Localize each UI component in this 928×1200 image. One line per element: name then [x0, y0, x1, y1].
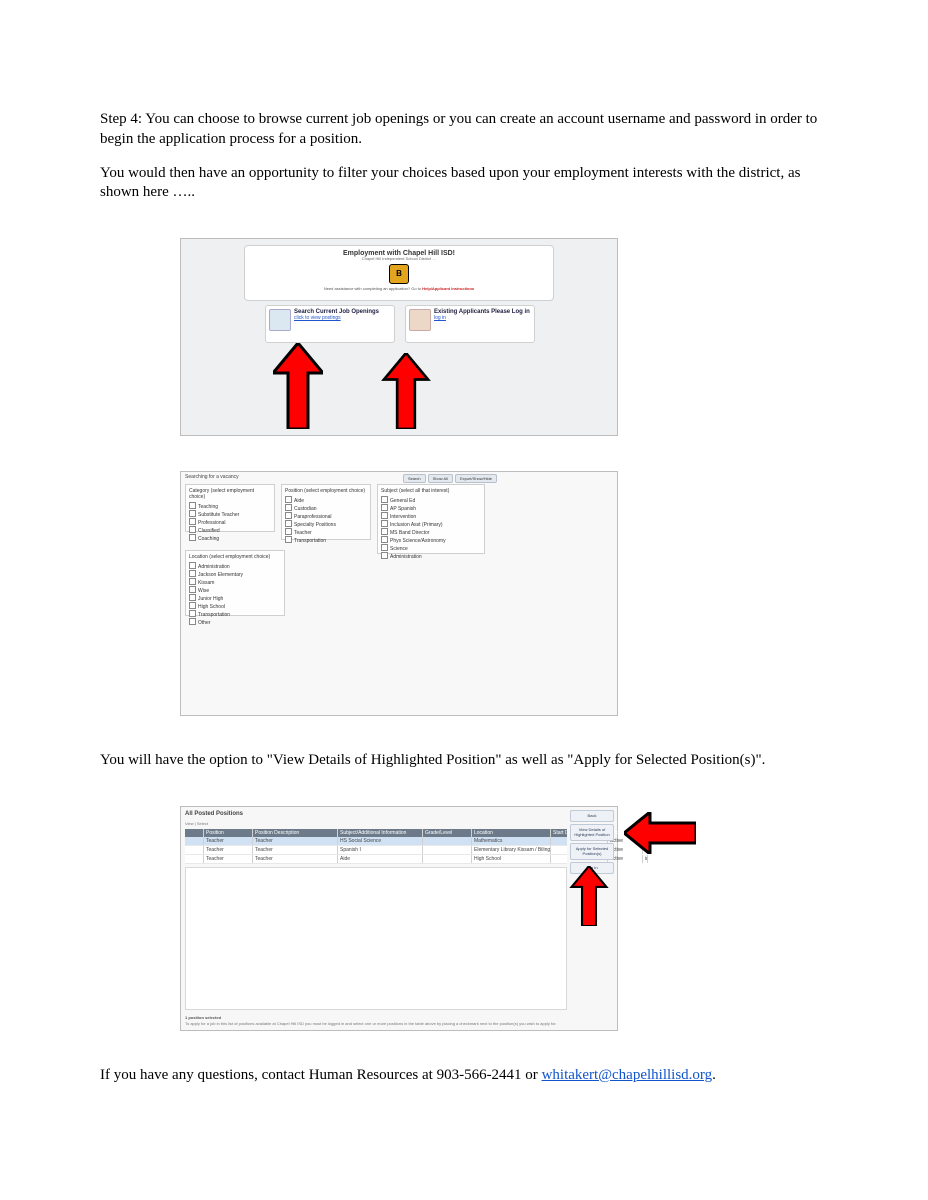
col-location: Location — [472, 829, 551, 837]
position-panel: Position (select employment choice) Aide… — [281, 484, 371, 540]
apply-selected-button[interactable]: Apply for Selected Position(s) — [570, 843, 614, 860]
filter-checkbox[interactable]: Specialty Positions — [285, 520, 367, 528]
filter-checkbox[interactable]: Teaching — [189, 502, 271, 510]
magnifier-icon — [269, 309, 291, 331]
panel-title: Location (select employment choice) — [189, 554, 281, 560]
contact-email-link[interactable]: whitakert@chapelhillisd.org — [542, 1067, 713, 1083]
screenshot-search-filters: Searching for a vacancy Search Show All … — [180, 471, 618, 716]
filter-checkbox[interactable]: High School — [189, 602, 281, 610]
category-panel: Category (select employment choice) Teac… — [185, 484, 275, 532]
filter-checkbox[interactable]: Substitute Teacher — [189, 510, 271, 518]
filter-checkbox[interactable]: Science — [381, 544, 481, 552]
figure-2: Searching for a vacancy Search Show All … — [180, 471, 828, 716]
district-logo-icon: B — [389, 264, 409, 284]
filter-checkbox[interactable]: Transportation — [285, 536, 367, 544]
contact-text: If you have any questions, contact Human… — [100, 1067, 542, 1083]
panel-title: Subject (select all that interest) — [381, 488, 481, 494]
export-button[interactable]: Export/Show/Hide — [455, 474, 497, 483]
filter-checkbox[interactable]: Phys Science/Astronomy — [381, 536, 481, 544]
filter-checkbox[interactable]: Jackson Elementary — [189, 570, 281, 578]
screenshot-browse-login: Employment with Chapel Hill ISD! Chapel … — [180, 238, 618, 436]
table-row[interactable]: Teacher Teacher HS Social Science Mathem… — [185, 837, 567, 846]
screenshot-positions-table: All Posted Positions View | Select Posit… — [180, 806, 618, 1031]
employment-banner: Employment with Chapel Hill ISD! Chapel … — [244, 245, 554, 301]
filter-checkbox[interactable]: Transportation — [189, 610, 281, 618]
col-grade: Grade/Level — [423, 829, 472, 837]
panel-title: Position (select employment choice) — [285, 488, 367, 494]
table-row[interactable]: Teacher Teacher Spanish I Elementary Lib… — [185, 846, 567, 855]
positions-grid: Position Position Description Subject/Ad… — [185, 829, 567, 864]
red-arrow-up-icon — [381, 353, 431, 429]
filter-checkbox[interactable]: Teacher — [285, 528, 367, 536]
filter-checkbox[interactable]: AP Spanish — [381, 504, 481, 512]
document-page: Step 4: You can choose to browse current… — [0, 0, 928, 1160]
contact-paragraph: If you have any questions, contact Human… — [100, 1066, 828, 1086]
panel-title: Category (select employment choice) — [189, 488, 271, 500]
filter-checkbox[interactable]: Paraprofessional — [285, 512, 367, 520]
filter-checkbox[interactable]: Administration — [189, 562, 281, 570]
location-panel: Location (select employment choice) Admi… — [185, 550, 285, 616]
top-buttons: Search Show All Export/Show/Hide — [403, 474, 497, 483]
col-subject: Subject/Additional Information — [338, 829, 423, 837]
filter-checkbox[interactable]: Intervention — [381, 512, 481, 520]
red-arrow-up-icon — [568, 866, 610, 926]
search-button[interactable]: Search — [403, 474, 426, 483]
card-left-link[interactable]: click to view postings — [294, 315, 379, 321]
paragraph-view-apply: You will have the option to "View Detail… — [100, 751, 828, 771]
grid-header-row: Position Position Description Subject/Ad… — [185, 829, 567, 837]
footer-selected: 1 position selected To apply for a job i… — [185, 1015, 613, 1026]
show-all-button[interactable]: Show All — [428, 474, 453, 483]
card-right-link[interactable]: log in — [434, 315, 530, 321]
filter-checkbox[interactable]: Kissam — [189, 578, 281, 586]
view-details-button[interactable]: View Details of Highlighted Position — [570, 824, 614, 841]
paragraph-step4: Step 4: You can choose to browse current… — [100, 110, 828, 150]
subject-panel: Subject (select all that interest) Gener… — [377, 484, 485, 554]
red-arrow-left-icon — [624, 812, 696, 854]
red-arrow-up-icon — [273, 343, 323, 429]
search-tab-label: Searching for a vacancy — [185, 474, 239, 480]
existing-applicants-card[interactable]: Existing Applicants Please Log in log in — [405, 305, 535, 343]
filter-checkbox[interactable]: Inclusion Asst (Primary) — [381, 520, 481, 528]
filter-checkbox[interactable]: General Ed — [381, 496, 481, 504]
filter-checkbox[interactable]: Classified — [189, 526, 271, 534]
banner-subtitle: Chapel Hill Independent School District … — [249, 257, 549, 261]
side-buttons: Back View Details of Highlighted Positio… — [570, 810, 614, 874]
person-icon — [409, 309, 431, 331]
filter-checkbox[interactable]: Other — [189, 618, 281, 626]
table-row[interactable]: Teacher Teacher Aide High School active … — [185, 855, 567, 864]
col-select — [185, 829, 204, 837]
filter-checkbox[interactable]: Aide — [285, 496, 367, 504]
filter-checkbox[interactable]: MS Band Director — [381, 528, 481, 536]
col-desc: Position Description — [253, 829, 338, 837]
filter-checkbox[interactable]: Wise — [189, 586, 281, 594]
filter-checkbox[interactable]: Administration — [381, 552, 481, 560]
positions-header: All Posted Positions — [185, 811, 243, 817]
filter-checkbox[interactable]: Junior High — [189, 594, 281, 602]
card-right-title: Existing Applicants Please Log in — [434, 309, 530, 315]
col-position: Position — [204, 829, 253, 837]
grid-body-empty — [185, 867, 567, 1010]
figure-1: Employment with Chapel Hill ISD! Chapel … — [180, 238, 828, 436]
filter-checkbox[interactable]: Professional — [189, 518, 271, 526]
paragraph-filter: You would then have an opportunity to fi… — [100, 164, 828, 204]
banner-instructions: Need assistance with completing an appli… — [249, 286, 549, 291]
filter-checkbox[interactable]: Custodian — [285, 504, 367, 512]
filter-checkbox[interactable]: Coaching — [189, 534, 271, 542]
figure-3: All Posted Positions View | Select Posit… — [180, 806, 828, 1031]
back-button[interactable]: Back — [570, 810, 614, 822]
view-select-label: View | Select — [185, 821, 208, 826]
search-openings-card[interactable]: Search Current Job Openings click to vie… — [265, 305, 395, 343]
